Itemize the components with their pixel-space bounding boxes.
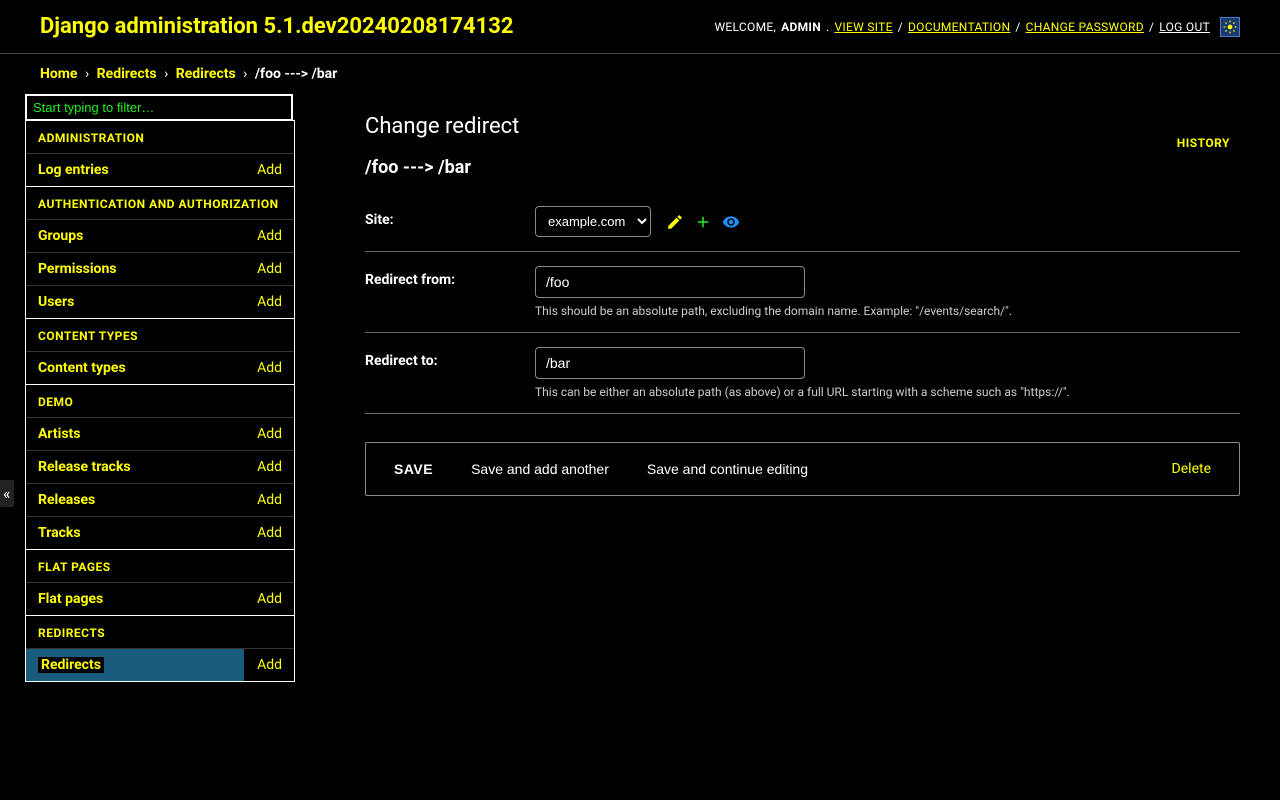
module-caption: CONTENT TYPES [26,319,294,351]
new-path-input[interactable] [535,347,805,379]
change-password-link[interactable]: CHANGE PASSWORD [1026,20,1144,34]
nav-model-link[interactable]: Redirects [38,657,104,673]
nav-model-link[interactable]: Flat pages [38,591,103,607]
nav-model-link[interactable]: Artists [38,426,80,442]
breadcrumb-home[interactable]: Home [40,66,77,82]
logout-link[interactable]: LOG OUT [1159,20,1210,34]
branding-title[interactable]: Django administration 5.1.dev20240208174… [40,14,513,39]
username: ADMIN [781,20,821,34]
nav-row: Users Add [26,286,294,319]
nav-module: REDIRECTS Redirects Add [25,615,295,682]
nav-add-link[interactable]: Add [257,360,282,376]
nav-model-link[interactable]: Permissions [38,261,116,277]
view-related-icon[interactable] [722,213,740,231]
history-link[interactable]: HISTORY [1177,136,1230,150]
new-path-label: Redirect to: [365,347,535,369]
new-path-help: This can be either an absolute path (as … [535,385,1240,399]
nav-sidebar: ADMINISTRATIONLog entriesAddAUTHENTICATI… [25,94,325,682]
save-add-another-button[interactable]: Save and add another [471,461,609,477]
nav-add-link[interactable]: Add [257,459,282,475]
nav-add-link[interactable]: Add [257,426,282,442]
nav-module: CONTENT TYPES Content types Add [25,318,295,385]
theme-toggle-button[interactable] [1220,17,1240,37]
nav-model-link[interactable]: Groups [38,228,83,244]
nav-model-link[interactable]: Log entries [38,162,109,178]
nav-row: Release tracks Add [26,451,294,484]
breadcrumb-current: /foo ---> /bar [255,66,337,82]
nav-row: Artists Add [26,418,294,451]
welcome-text: WELCOME, [714,20,776,34]
old-path-label: Redirect from: [365,266,535,288]
nav-model-link[interactable]: Tracks [38,525,81,541]
breadcrumb-model[interactable]: Redirects [176,66,236,82]
view-site-link[interactable]: VIEW SITE [834,20,892,34]
module-caption: AUTHENTICATION AND AUTHORIZATION [26,187,294,219]
content-main: Change redirect HISTORY /foo ---> /bar S… [325,94,1280,682]
nav-add-link[interactable]: Add [257,591,282,607]
sun-icon [1223,20,1237,34]
documentation-link[interactable]: DOCUMENTATION [908,20,1010,34]
nav-row: Log entries Add [26,154,294,187]
old-path-help: This should be an absolute path, excludi… [535,304,1240,318]
submit-row: SAVE Save and add another Save and conti… [365,442,1240,496]
nav-add-link[interactable]: Add [257,162,282,178]
old-path-input[interactable] [535,266,805,298]
module-caption: ADMINISTRATION [26,121,294,153]
object-label: /foo ---> /bar [365,157,1240,178]
nav-row: Permissions Add [26,253,294,286]
nav-row: Groups Add [26,220,294,253]
page-title: Change redirect [365,114,1240,139]
nav-add-link[interactable]: Add [257,492,282,508]
module-caption: REDIRECTS [26,616,294,648]
nav-row: Flat pages Add [26,583,294,616]
nav-module: ADMINISTRATION Log entries Add [25,120,295,187]
nav-add-link[interactable]: Add [257,294,282,310]
nav-row: Content types Add [26,352,294,385]
nav-add-link[interactable]: Add [257,228,282,244]
module-caption: FLAT PAGES [26,550,294,582]
sidebar-collapse-button[interactable]: « [0,480,14,507]
save-continue-button[interactable]: Save and continue editing [647,461,808,477]
nav-module: DEMO Artists Add Release tracks Add Releases A… [25,384,295,550]
nav-row: Tracks Add [26,517,294,550]
save-button[interactable]: SAVE [394,461,433,477]
nav-row: Releases Add [26,484,294,517]
nav-filter-input[interactable] [25,94,293,121]
nav-model-link[interactable]: Release tracks [38,459,131,475]
delete-link[interactable]: Delete [1172,461,1211,477]
nav-module: FLAT PAGES Flat pages Add [25,549,295,616]
nav-model-link[interactable]: Content types [38,360,126,376]
nav-add-link[interactable]: Add [257,657,282,673]
site-select[interactable]: example.com [535,206,651,237]
user-tools: WELCOME, ADMIN. VIEW SITE / DOCUMENTATIO… [714,17,1240,37]
nav-model-link[interactable]: Users [38,294,74,310]
breadcrumb-app[interactable]: Redirects [97,66,157,82]
site-label: Site: [365,206,535,228]
breadcrumb: Home › Redirects › Redirects › /foo --->… [0,54,1280,94]
nav-add-link[interactable]: Add [257,525,282,541]
add-related-icon[interactable] [694,213,712,231]
module-caption: DEMO [26,385,294,417]
nav-add-link[interactable]: Add [257,261,282,277]
nav-model-link[interactable]: Releases [38,492,95,508]
nav-row: Redirects Add [26,649,294,682]
nav-module: AUTHENTICATION AND AUTHORIZATION Groups Ad… [25,186,295,319]
edit-related-icon[interactable] [666,213,684,231]
